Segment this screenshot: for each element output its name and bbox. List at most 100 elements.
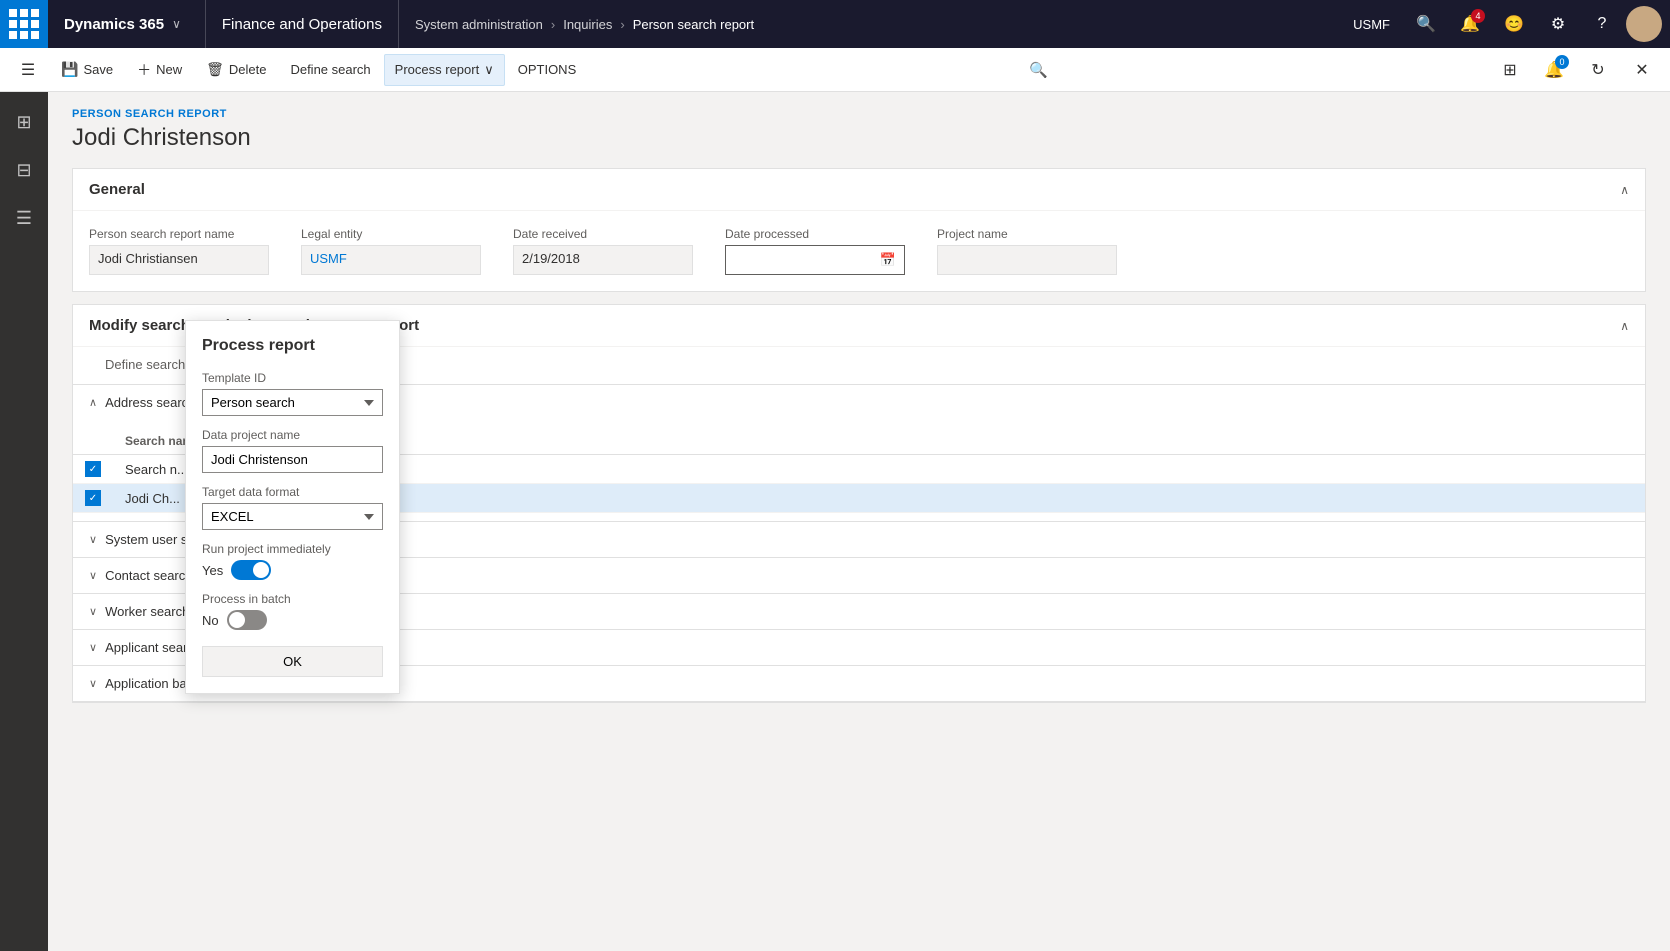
breadcrumb-sep-2: › <box>620 17 624 32</box>
run-immediately-toggle-row: Yes <box>202 560 383 580</box>
nav-right-actions: USMF 🔍 🔔 4 😊 ⚙ ? <box>1341 4 1670 44</box>
system-user-collapse-icon: ∨ <box>89 533 97 546</box>
sidebar-home-button[interactable]: ⊞ <box>2 100 46 144</box>
toolbar-bell-icon[interactable]: 🔔 0 <box>1534 50 1574 90</box>
apps-menu-button[interactable] <box>0 0 48 48</box>
report-name-value: Jodi Christiansen <box>89 245 269 275</box>
hamburger-menu-button[interactable]: ☰ <box>8 50 48 90</box>
sidebar-menu-button[interactable]: ☰ <box>2 196 46 240</box>
process-batch-label: Process in batch <box>202 592 383 606</box>
toolbar-right-icons: ⊞ 🔔 0 ↻ ✕ <box>1490 50 1662 90</box>
general-section: General ∧ Person search report name Jodi… <box>72 168 1646 292</box>
delete-button[interactable]: 🗑 Delete <box>195 54 277 86</box>
run-immediately-toggle[interactable] <box>231 560 271 580</box>
general-section-header[interactable]: General ∧ <box>73 169 1645 211</box>
run-immediately-yes-label: Yes <box>202 563 223 578</box>
run-immediately-field: Run project immediately Yes <box>202 542 383 580</box>
help-button[interactable]: ? <box>1582 4 1622 44</box>
data-project-name-input[interactable] <box>202 446 383 473</box>
toolbar-search: 🔍 <box>1023 54 1055 86</box>
new-button[interactable]: ＋ New <box>126 54 193 86</box>
date-processed-input[interactable]: 📅 <box>725 245 905 275</box>
row1-extra <box>1345 455 1645 484</box>
breadcrumb-sep-1: › <box>551 17 555 32</box>
template-id-field: Template ID Person search Default Custom <box>202 371 383 416</box>
ok-button[interactable]: OK <box>202 646 383 677</box>
template-id-label: Template ID <box>202 371 383 385</box>
search-button[interactable]: 🔍 <box>1406 4 1446 44</box>
define-search-button[interactable]: Define search <box>279 54 381 86</box>
general-title: General <box>89 181 145 198</box>
project-name-label: Project name <box>937 227 1117 241</box>
col-checkbox <box>73 428 113 455</box>
template-id-select[interactable]: Person search Default Custom <box>202 389 383 416</box>
toolbar-search-button[interactable]: 🔍 <box>1023 54 1055 86</box>
action-toolbar: ☰ 💾 Save ＋ New 🗑 Delete Define search Pr… <box>0 48 1670 92</box>
process-batch-toggle-row: No <box>202 610 383 630</box>
top-navigation: Dynamics 365 ∨ Finance and Operations Sy… <box>0 0 1670 48</box>
applicant-collapse-icon: ∨ <box>89 641 97 654</box>
project-name-field: Project name <box>937 227 1117 275</box>
report-name-field: Person search report name Jodi Christian… <box>89 227 269 275</box>
process-batch-field: Process in batch No <box>202 592 383 630</box>
legal-entity-label: Legal entity <box>301 227 481 241</box>
brand-chevron-icon: ∨ <box>172 17 181 31</box>
data-project-name-field: Data project name <box>202 428 383 473</box>
close-button[interactable]: ✕ <box>1622 50 1662 90</box>
new-icon: ＋ <box>137 60 151 80</box>
nav-module: Finance and Operations <box>206 0 399 48</box>
legal-entity-value[interactable]: USMF <box>301 245 481 275</box>
modify-collapse-icon: ∧ <box>1620 319 1629 333</box>
date-received-label: Date received <box>513 227 693 241</box>
date-processed-label: Date processed <box>725 227 905 241</box>
brand-name: Dynamics 365 <box>64 16 164 33</box>
general-collapse-icon: ∧ <box>1620 183 1629 197</box>
date-received-value: 2/19/2018 <box>513 245 693 275</box>
toggle-thumb <box>253 562 269 578</box>
modal-title: Process report <box>202 337 383 355</box>
toolbar-badge: 0 <box>1555 55 1569 69</box>
row2-checkbox[interactable]: ✓ <box>85 490 101 506</box>
address-collapse-icon: ∧ <box>89 396 97 409</box>
row1-checkbox[interactable]: ✓ <box>85 461 101 477</box>
process-report-chevron-icon: ∨ <box>484 62 494 78</box>
save-icon: 💾 <box>61 61 78 78</box>
nav-brand[interactable]: Dynamics 365 ∨ <box>48 0 206 48</box>
process-batch-toggle[interactable] <box>227 610 267 630</box>
save-button[interactable]: 💾 Save <box>50 54 124 86</box>
nav-usmf-label: USMF <box>1341 17 1402 32</box>
worker-collapse-icon: ∨ <box>89 605 97 618</box>
breadcrumb-current: Person search report <box>633 17 754 32</box>
target-format-field: Target data format EXCEL CSV XML <box>202 485 383 530</box>
avatar[interactable] <box>1626 6 1662 42</box>
user-menu-button[interactable]: 😊 <box>1494 4 1534 44</box>
refresh-icon[interactable]: ↻ <box>1578 50 1618 90</box>
contact-collapse-icon: ∨ <box>89 569 97 582</box>
run-immediately-label: Run project immediately <box>202 542 383 556</box>
basket-collapse-icon: ∨ <box>89 677 97 690</box>
options-button[interactable]: OPTIONS <box>507 54 588 86</box>
process-batch-no-label: No <box>202 613 219 628</box>
batch-toggle-thumb <box>229 612 245 628</box>
page-title: Jodi Christenson <box>72 124 1646 152</box>
notifications-button[interactable]: 🔔 4 <box>1450 4 1490 44</box>
general-form-row: Person search report name Jodi Christian… <box>89 227 1629 275</box>
office-apps-icon[interactable]: ⊞ <box>1490 50 1530 90</box>
target-format-select[interactable]: EXCEL CSV XML <box>202 503 383 530</box>
date-received-field: Date received 2/19/2018 <box>513 227 693 275</box>
process-report-button[interactable]: Process report ∨ <box>384 54 505 86</box>
date-processed-field: Date processed 📅 <box>725 227 905 275</box>
calendar-icon[interactable]: 📅 <box>880 252 896 268</box>
settings-button[interactable]: ⚙ <box>1538 4 1578 44</box>
general-body: Person search report name Jodi Christian… <box>73 211 1645 291</box>
data-project-name-label: Data project name <box>202 428 383 442</box>
report-name-label: Person search report name <box>89 227 269 241</box>
process-report-modal: Process report Template ID Person search… <box>185 320 400 694</box>
legal-entity-field: Legal entity USMF <box>301 227 481 275</box>
notification-badge: 4 <box>1471 9 1485 23</box>
delete-icon: 🗑 <box>206 61 224 78</box>
target-format-label: Target data format <box>202 485 383 499</box>
breadcrumb: System administration › Inquiries › Pers… <box>399 17 1341 32</box>
project-name-value <box>937 245 1117 275</box>
sidebar-filter-button[interactable]: ⊟ <box>2 148 46 192</box>
